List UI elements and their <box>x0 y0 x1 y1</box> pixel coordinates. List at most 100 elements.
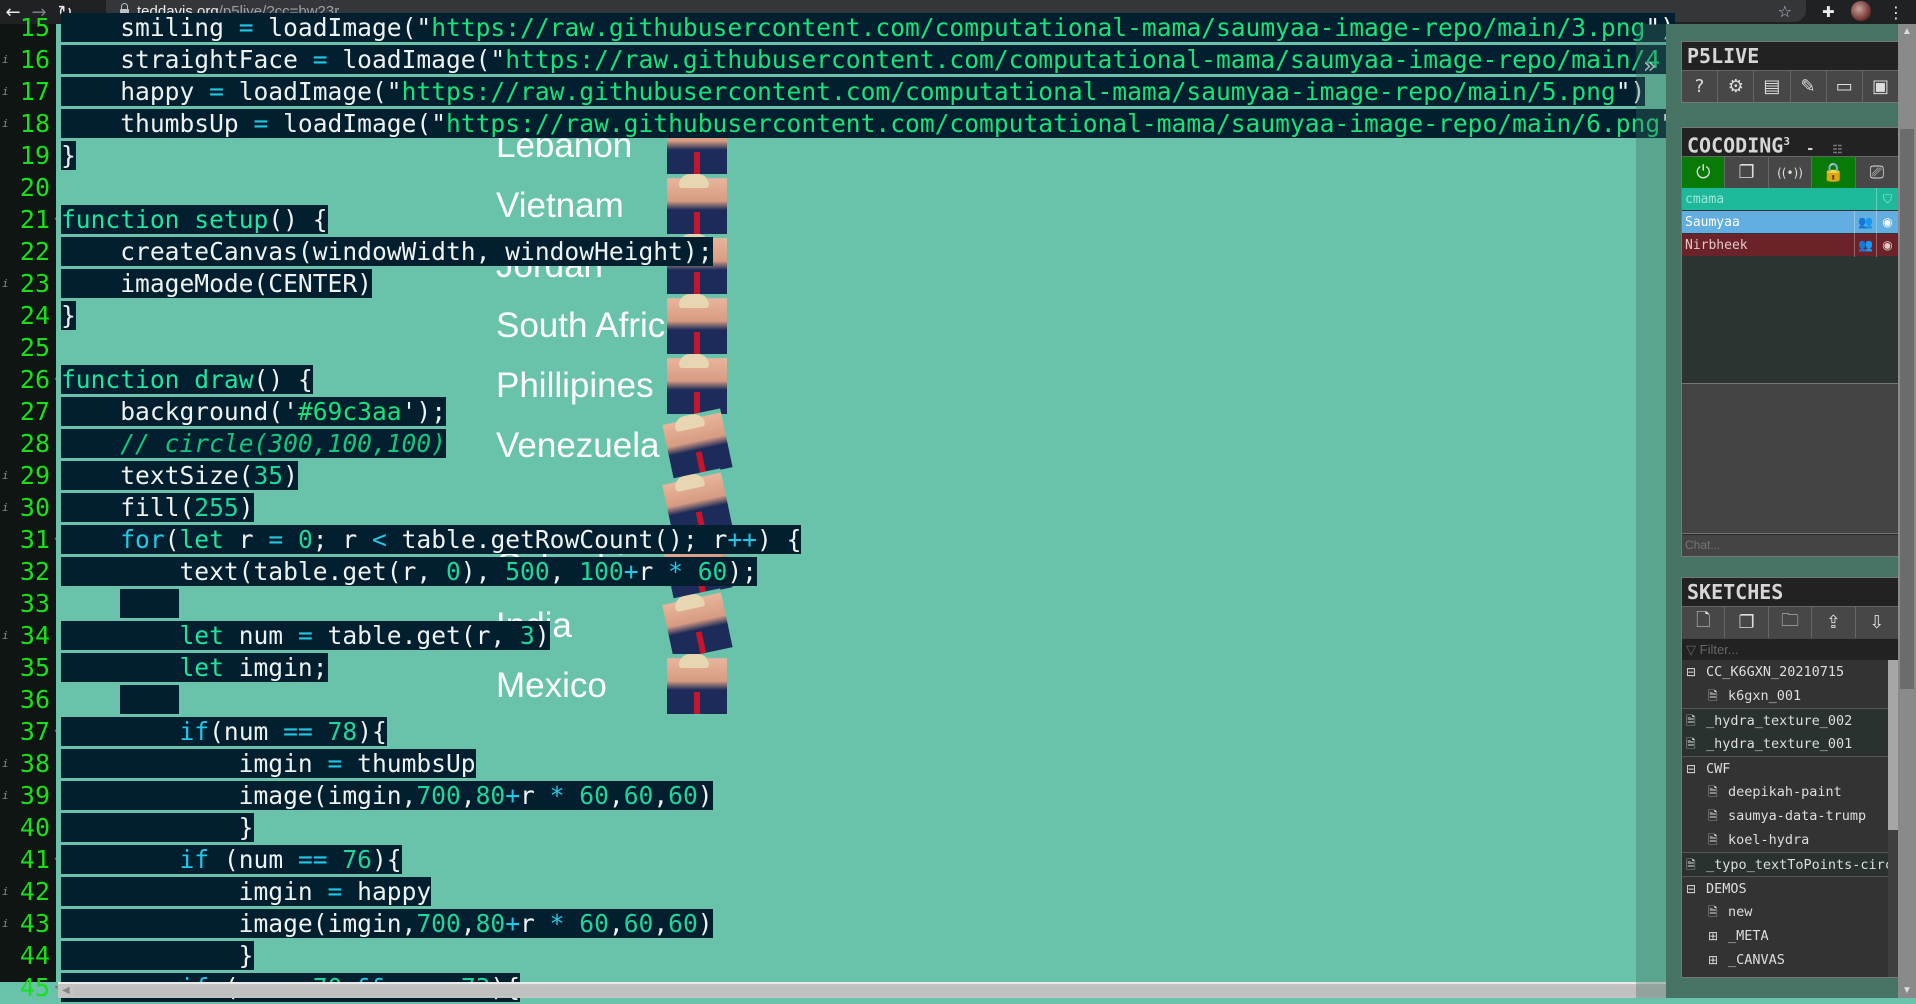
line-number[interactable]: 15 <box>0 12 50 44</box>
sketch-file[interactable]: 🗎 k6gxn_001 <box>1682 684 1898 708</box>
lock-button[interactable]: 🔒 <box>1812 157 1856 188</box>
line-number[interactable]: i 29 <box>0 460 50 492</box>
line-number[interactable]: i 23 <box>0 268 50 300</box>
code-line[interactable]: function setup() { <box>61 204 328 236</box>
present-monitor-button[interactable]: ▭ <box>1826 71 1863 102</box>
line-number[interactable]: i 34 <box>0 620 50 652</box>
line-number[interactable]: 36 <box>0 684 50 716</box>
line-number[interactable]: i 16 <box>0 44 50 76</box>
info-marker-icon[interactable]: i <box>2 76 9 108</box>
page-scrollbar-thumb[interactable] <box>1900 129 1914 689</box>
code-line[interactable]: thumbsUp = loadImage("https://raw.github… <box>61 108 1690 140</box>
code-editor[interactable]: LebanonVietnamJordanSouth AfricaPhillipi… <box>0 13 1916 1002</box>
collapse-panel-icon[interactable]: » <box>1643 54 1656 79</box>
code-line[interactable]: fill(255) <box>61 492 254 524</box>
user-row[interactable]: cmama ⛉ <box>1682 188 1898 211</box>
code-line[interactable]: text(table.get(r, 0), 500, 100+r * 60); <box>61 556 757 588</box>
sketch-folder[interactable]: ⊟ DEMOS <box>1682 876 1898 900</box>
line-number[interactable]: i 42 <box>0 876 50 908</box>
line-number[interactable]: 21▾ <box>0 204 59 236</box>
sketch-file[interactable]: 🗎 new <box>1682 900 1898 924</box>
line-number[interactable]: 27 <box>0 396 50 428</box>
help-button[interactable]: ? <box>1682 71 1719 102</box>
code-line[interactable]: let num = table.get(r, 3) <box>61 620 550 652</box>
info-marker-icon[interactable]: i <box>2 268 9 300</box>
code-line[interactable]: // circle(300,100,100) <box>61 428 446 460</box>
line-number[interactable]: 45 ▾ <box>0 972 59 1004</box>
code-line[interactable]: background('#69c3aa'); <box>61 396 447 428</box>
users-icon[interactable]: 👥 <box>1854 211 1876 234</box>
sketch-file[interactable]: 🗎 _hydra_texture_002 <box>1682 708 1898 732</box>
code-line[interactable]: for(let r = 0; r < table.getRowCount(); … <box>61 524 802 556</box>
line-number[interactable]: 35 <box>0 652 50 684</box>
user-row[interactable]: Saumyaa 👥 ◉ <box>1682 211 1898 234</box>
line-number[interactable]: 31▾ <box>0 524 59 556</box>
extensions-icon[interactable]: ✚ <box>1822 3 1835 21</box>
code-line[interactable]: imgin = happy <box>61 876 432 908</box>
edit-button[interactable]: ✎ <box>1790 71 1827 102</box>
code-line[interactable]: function draw() { <box>61 364 313 396</box>
line-number[interactable]: 20 <box>0 172 50 204</box>
sketch-file[interactable]: 🗎 _hydra_texture_001 <box>1682 732 1898 756</box>
copy-button[interactable]: ❐ <box>1725 157 1769 188</box>
line-number[interactable]: 24 <box>0 300 50 332</box>
code-line[interactable]: createCanvas(windowWidth, windowHeight); <box>61 236 713 268</box>
code-line[interactable] <box>61 588 180 620</box>
power-button[interactable]: ⏻ <box>1682 157 1726 188</box>
duplicate-button[interactable]: ❐ <box>1725 607 1769 638</box>
code-line[interactable]: happy = loadImage("https://raw.githubuse… <box>61 76 1646 108</box>
code-line[interactable]: imageMode(CENTER) <box>61 268 372 300</box>
line-number[interactable]: 19 <box>0 140 50 172</box>
page-vertical-scrollbar[interactable]: ▲ ▼ <box>1898 24 1916 998</box>
cocoding-settings-icon[interactable]: ☷ <box>1832 143 1842 156</box>
sketch-folder[interactable]: ⊞ _CANVAS <box>1682 948 1898 972</box>
info-marker-icon[interactable]: i <box>2 876 9 908</box>
scroll-up-icon[interactable]: ▲ <box>1902 26 1912 37</box>
line-number[interactable]: 28 <box>0 428 50 460</box>
broadcast-button[interactable]: ((•)) <box>1768 157 1813 188</box>
horizontal-scrollbar-thumb[interactable] <box>74 986 1666 996</box>
settings-button[interactable]: ⚙ <box>1718 71 1755 102</box>
download-button[interactable]: ⇩ <box>1855 607 1899 638</box>
line-number[interactable]: 44 <box>0 940 50 972</box>
line-number[interactable]: 25 <box>0 332 50 364</box>
line-number[interactable]: i 39 <box>0 780 50 812</box>
upload-button[interactable]: ⇪ <box>1812 607 1856 638</box>
info-marker-icon[interactable]: i <box>2 748 9 780</box>
line-number[interactable]: i 43 <box>0 908 50 940</box>
code-line[interactable]: if (num == 76){ <box>61 844 402 876</box>
code-line[interactable]: } <box>61 812 254 844</box>
sketch-folder[interactable]: ⊟ CWF <box>1682 756 1898 780</box>
info-marker-icon[interactable]: i <box>2 620 9 652</box>
info-marker-icon[interactable]: i <box>2 108 9 140</box>
cast-button[interactable]: ⎚ <box>1855 157 1899 188</box>
cocoding-minimize-dash[interactable]: - <box>1806 141 1814 157</box>
new-sketch-button[interactable]: 🗋 <box>1682 607 1726 638</box>
sketch-file[interactable]: 🗎 deepikah-paint <box>1682 780 1898 804</box>
new-folder-button[interactable]: 🗀 <box>1768 607 1813 638</box>
info-marker-icon[interactable]: i <box>2 44 9 76</box>
tree-scrollbar[interactable] <box>1888 660 1898 977</box>
sketch-file[interactable]: 🗎 koel-hydra <box>1682 828 1898 852</box>
code-line[interactable]: let imgin; <box>61 652 328 684</box>
code-line[interactable]: } <box>61 140 76 172</box>
code-line[interactable]: image(imgin,700,80+r * 60,60,60) <box>61 908 713 940</box>
reference-book-button[interactable]: ▤ <box>1754 71 1791 102</box>
line-number[interactable]: 32 <box>0 556 50 588</box>
code-line[interactable]: } <box>61 940 254 972</box>
info-marker-icon[interactable]: i <box>2 908 9 940</box>
user-row[interactable]: Nirbheek 👥 ◉ <box>1682 234 1898 257</box>
chat-input[interactable] <box>1682 535 1898 556</box>
line-number[interactable]: i 30 <box>0 492 50 524</box>
shield-icon[interactable]: ⛉ <box>1876 188 1898 211</box>
scroll-down-icon[interactable]: ▼ <box>1902 985 1912 996</box>
code-line[interactable]: image(imgin,700,80+r * 60,60,60) <box>61 780 713 812</box>
info-marker-icon[interactable]: i <box>2 492 9 524</box>
profile-avatar[interactable] <box>1851 1 1871 21</box>
code-line[interactable]: smiling = loadImage("https://raw.githubu… <box>61 12 1675 44</box>
sketch-folder[interactable]: ⊟ CC_K6GXN_20210715 <box>1682 660 1898 684</box>
line-number[interactable]: i 18 <box>0 108 50 140</box>
code-line[interactable] <box>61 684 180 716</box>
users-icon[interactable]: 👥 <box>1854 234 1876 257</box>
code-line[interactable]: textSize(35) <box>61 460 298 492</box>
